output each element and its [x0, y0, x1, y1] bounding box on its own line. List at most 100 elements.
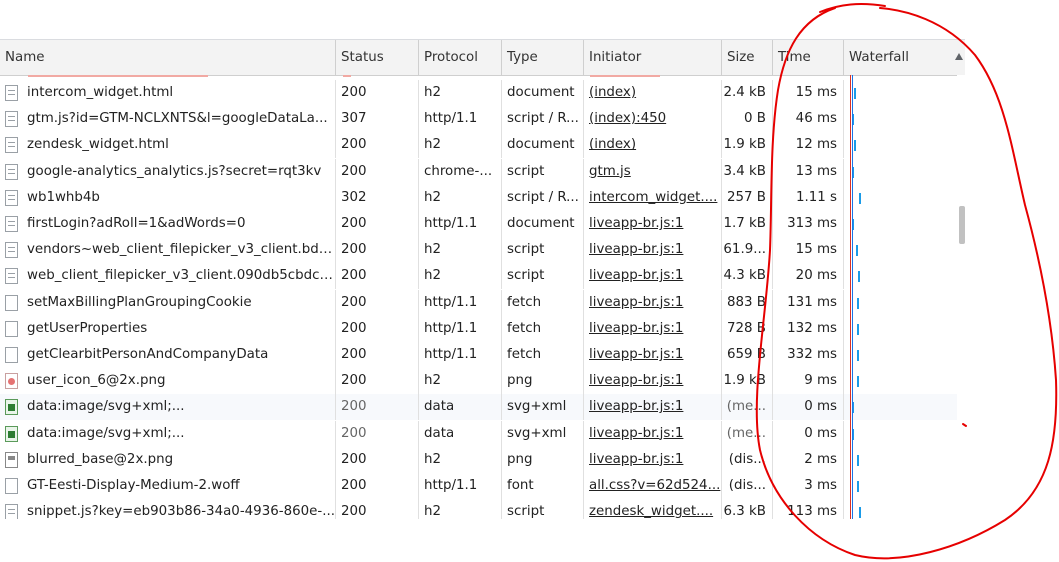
cell-status: 200 [336, 473, 419, 499]
column-header-time[interactable]: Time [773, 40, 844, 75]
table-row[interactable]: GT-Eesti-Display-Medium-2.woff 200 http/1.… [0, 473, 957, 499]
table-row[interactable]: data:image/svg+xml;... 200 data svg+xml live… [0, 420, 957, 447]
table-row[interactable]: firstLogin?adRoll=1&adWords=0 200 http/1.1… [0, 211, 957, 237]
cell-status: 200 [336, 499, 419, 519]
cell-status: 200 [336, 394, 419, 421]
cell-time: 20 ms [773, 263, 844, 290]
cell-initiator[interactable]: liveapp-br.js:1 [584, 446, 722, 473]
table-row[interactable]: user_icon_6@2x.png 200 h2 png liveapp-br.js:… [0, 368, 957, 395]
request-name: getClearbitPersonAndCompanyData [27, 347, 269, 362]
cell-initiator[interactable]: all.css?v=62d524... [584, 473, 722, 499]
cell-initiator[interactable]: liveapp-br.js:1 [584, 420, 722, 447]
scrollbar-track[interactable] [957, 75, 965, 519]
cell-initiator[interactable]: (index):450 [584, 106, 722, 133]
cell-initiator[interactable]: liveapp-br.js:1 [584, 315, 722, 342]
cell-initiator[interactable]: liveapp-br.js:1 [584, 342, 722, 368]
table-row[interactable]: google-analytics_analytics.js?secret=rqt… [0, 158, 957, 185]
svg-image-icon [5, 399, 18, 416]
domcontentloaded-line [852, 75, 853, 519]
initiator-link[interactable]: liveapp-br.js:1 [589, 295, 683, 310]
cell-initiator[interactable]: intercom_widget.... [584, 184, 722, 211]
cell-initiator[interactable]: liveapp-br.js:1 [584, 237, 722, 264]
cell-time: 332 ms [773, 342, 844, 368]
table-row[interactable]: snippet.js?key=eb903b86-34a0-4936-860e-.… [0, 499, 957, 519]
cell-initiator[interactable]: liveapp-br.js:1 [584, 368, 722, 395]
column-header-protocol[interactable]: Protocol [419, 40, 502, 75]
cell-name: user_icon_6@2x.png [0, 368, 336, 395]
initiator-link[interactable]: liveapp-br.js:1 [589, 268, 683, 283]
waterfall-bar [854, 140, 856, 152]
table-row[interactable]: data:image/svg+xml;... 200 data svg+xml live… [0, 394, 957, 421]
initiator-link[interactable]: liveapp-br.js:1 [589, 216, 683, 231]
cell-name: data:image/svg+xml;... [0, 394, 336, 421]
cell-waterfall [844, 211, 957, 237]
cell-waterfall [844, 185, 957, 211]
initiator-link[interactable]: (index) [589, 85, 636, 100]
table-row[interactable]: intercom_widget.html 200 h2 document (index)… [0, 80, 957, 106]
initiator-link[interactable]: intercom_widget.... [589, 190, 717, 205]
cell-protocol: http/1.1 [419, 315, 502, 342]
cell-waterfall [844, 499, 957, 519]
table-row[interactable]: wb1whb4b 302 h2 script / R... intercom_widge… [0, 184, 957, 211]
cell-time: 131 ms [773, 289, 844, 316]
initiator-link[interactable]: liveapp-br.js:1 [589, 452, 683, 467]
cell-initiator[interactable]: liveapp-br.js:1 [584, 289, 722, 316]
cell-size: 61.9... [722, 237, 773, 264]
table-row[interactable]: blurred_base@2x.png 200 h2 png liveapp-br.js… [0, 446, 957, 473]
cell-size: 1.7 kB [722, 211, 773, 237]
cell-name: web_client_filepicker_v3_client.090db5cb… [0, 263, 336, 290]
cell-initiator[interactable]: liveapp-br.js:1 [584, 211, 722, 237]
initiator-link[interactable]: zendesk_widget.... [589, 504, 713, 519]
cell-protocol: h2 [419, 184, 502, 211]
cell-initiator[interactable]: liveapp-br.js:1 [584, 394, 722, 421]
document-icon [5, 242, 18, 259]
cell-time: 0 ms [773, 394, 844, 421]
cell-time: 15 ms [773, 80, 844, 106]
initiator-link[interactable]: liveapp-br.js:1 [589, 373, 683, 388]
table-row[interactable]: setMaxBillingPlanGroupingCookie 200 http/1… [0, 289, 957, 316]
initiator-link[interactable]: gtm.js [589, 164, 631, 179]
initiator-link[interactable]: liveapp-br.js:1 [589, 426, 683, 441]
top-blank-area [0, 0, 1059, 39]
initiator-link[interactable]: liveapp-br.js:1 [589, 242, 683, 257]
column-header-status[interactable]: Status [336, 40, 419, 75]
table-row[interactable]: zendesk_widget.html 200 h2 document (index) 1… [0, 132, 957, 159]
table-row[interactable]: getUserProperties 200 http/1.1 fetch liveapp… [0, 315, 957, 342]
cell-size: 1.9 kB [722, 368, 773, 395]
cell-type: fetch [502, 315, 584, 342]
initiator-link[interactable]: all.css?v=62d524... [589, 478, 720, 493]
scrollbar-thumb[interactable] [959, 206, 965, 244]
initiator-link[interactable]: (index):450 [589, 111, 666, 126]
sort-ascending-icon[interactable] [955, 53, 963, 60]
column-header-type[interactable]: Type [502, 40, 584, 75]
cell-time: 113 ms [773, 499, 844, 519]
cell-protocol: h2 [419, 237, 502, 264]
column-header-size[interactable]: Size [722, 40, 773, 75]
table-row[interactable]: getClearbitPersonAndCompanyData 200 http/1… [0, 342, 957, 368]
cell-waterfall [844, 263, 957, 289]
column-header-initiator[interactable]: Initiator [584, 40, 722, 75]
cell-type: script [502, 499, 584, 519]
initiator-link[interactable]: liveapp-br.js:1 [589, 399, 683, 414]
cell-time: 0 ms [773, 420, 844, 447]
cell-type: script [502, 158, 584, 185]
initiator-link[interactable]: (index) [589, 137, 636, 152]
initiator-link[interactable]: liveapp-br.js:1 [589, 321, 683, 336]
table-row[interactable]: web_client_filepicker_v3_client.090db5cb… [0, 263, 957, 290]
table-row[interactable]: vendors~web_client_filepicker_v3_client.… [0, 237, 957, 264]
column-header-waterfall[interactable]: Waterfall [844, 40, 965, 75]
cell-initiator[interactable]: gtm.js [584, 158, 722, 185]
cell-type: document [502, 132, 584, 159]
initiator-link[interactable]: liveapp-br.js:1 [589, 347, 683, 362]
cell-initiator[interactable]: (index) [584, 80, 722, 106]
request-name: blurred_base@2x.png [27, 451, 174, 467]
cell-type: document [502, 80, 584, 106]
column-header-name[interactable]: Name [0, 40, 336, 75]
cell-initiator[interactable]: liveapp-br.js:1 [584, 263, 722, 290]
cell-initiator[interactable]: (index) [584, 132, 722, 159]
cell-name: intercom_widget.html [0, 80, 336, 106]
table-row[interactable]: gtm.js?id=GTM-NCLXNTS&l=googleDataLa... 3… [0, 106, 957, 133]
cell-size: 1.9 kB [722, 132, 773, 159]
cell-waterfall [844, 132, 957, 158]
cell-initiator[interactable]: zendesk_widget.... [584, 499, 722, 519]
